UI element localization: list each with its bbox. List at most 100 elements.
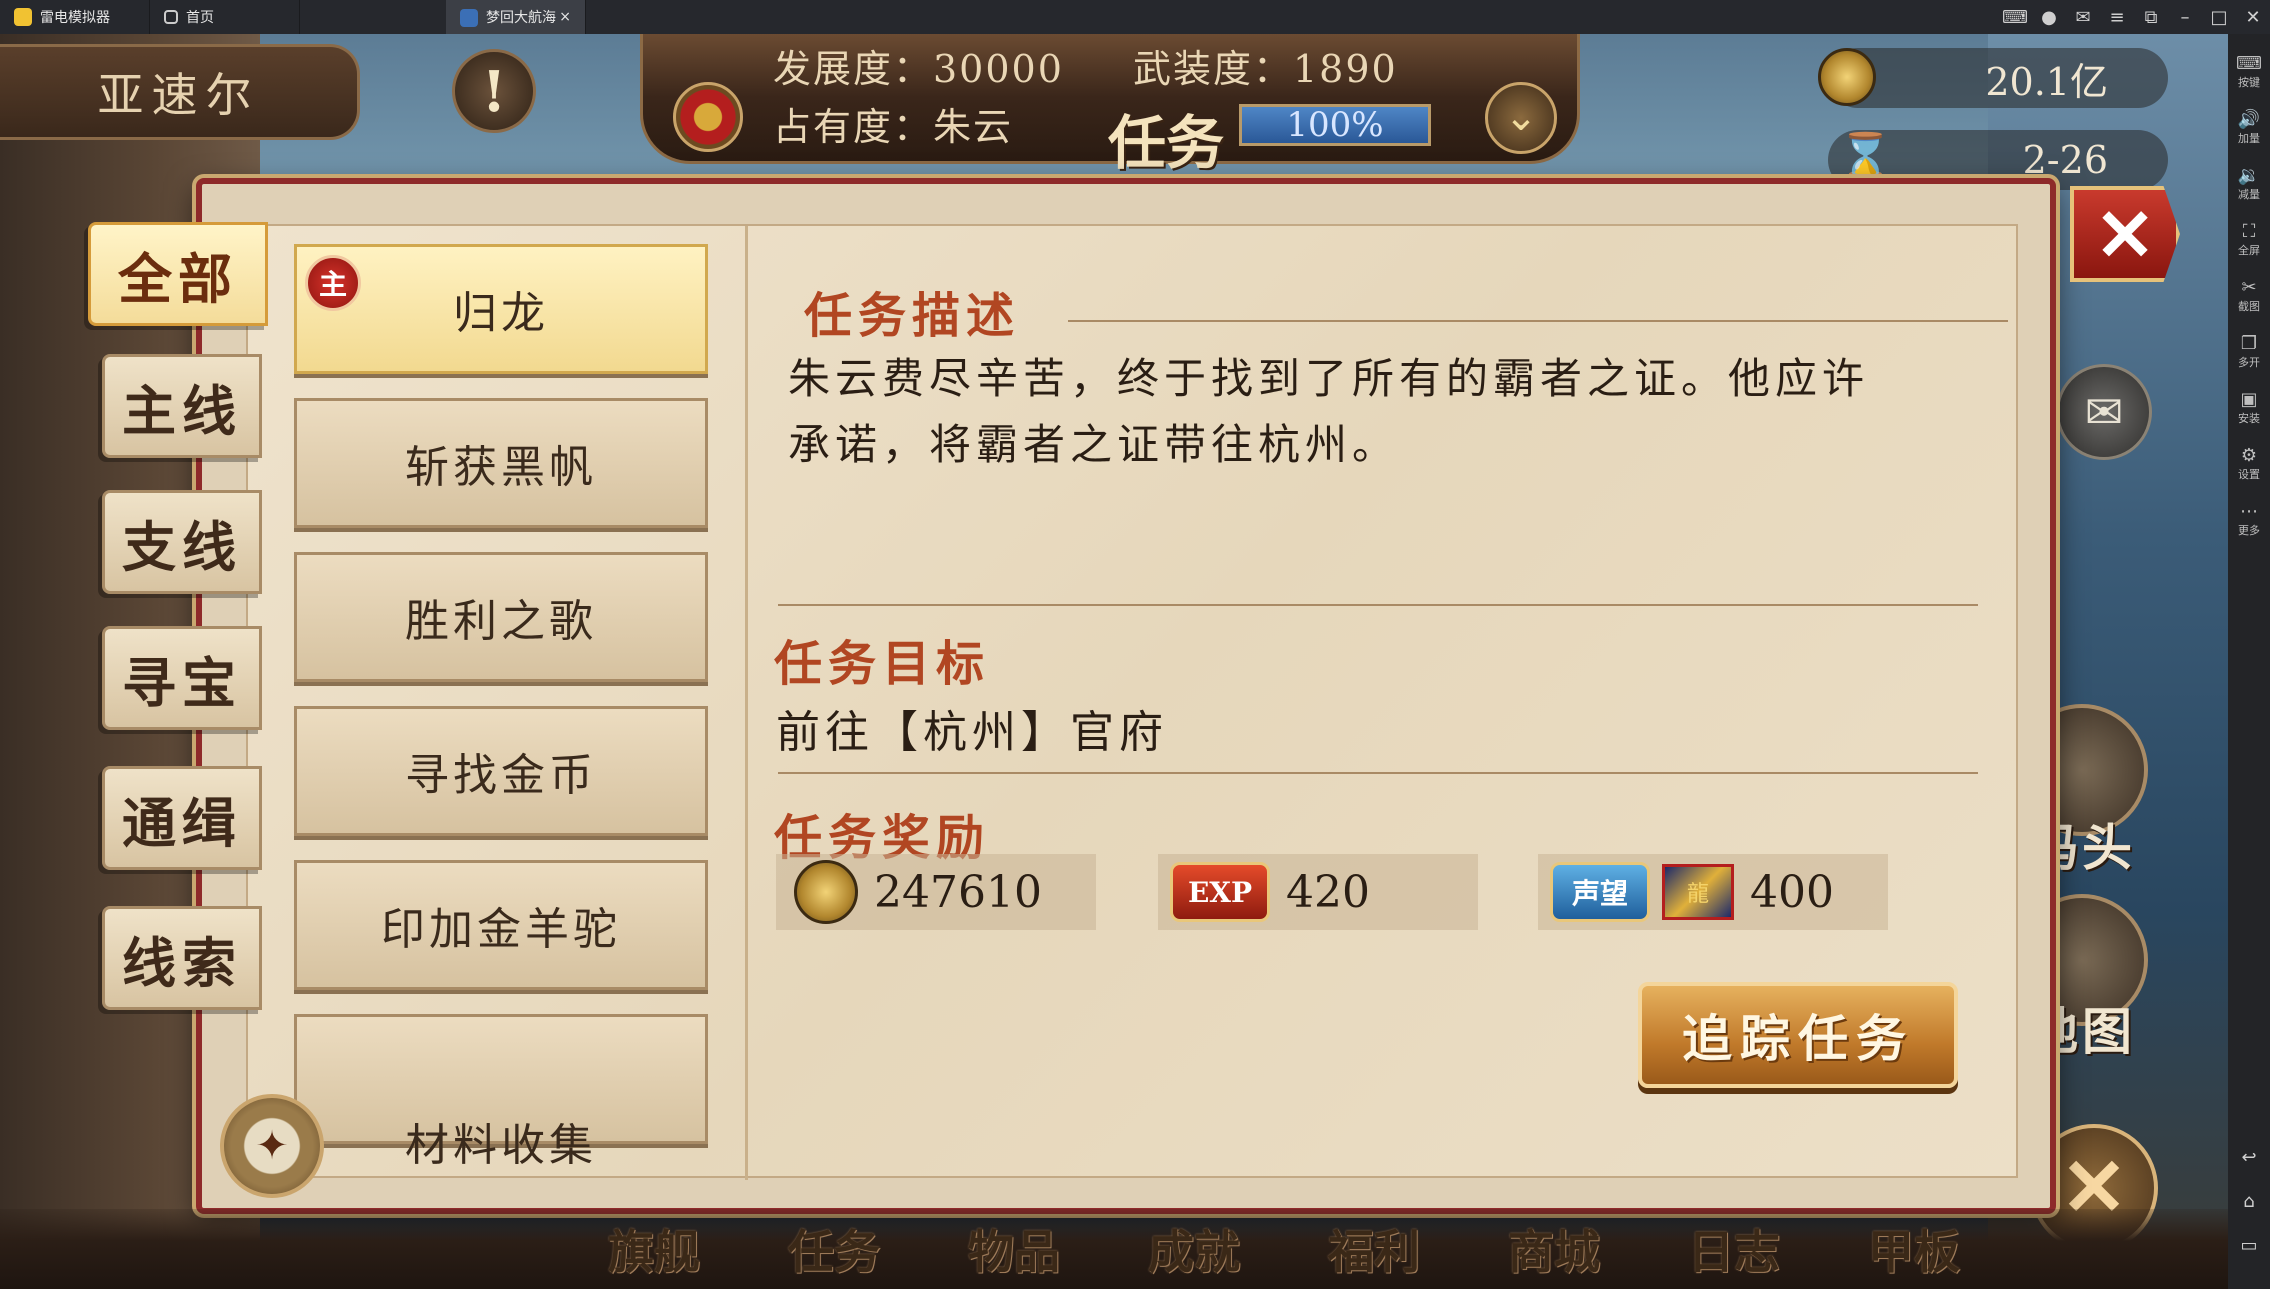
tab-close-icon[interactable]: × xyxy=(559,9,571,25)
quest-item[interactable]: 主 归龙 xyxy=(294,244,708,374)
reputation-icon: 声望 xyxy=(1550,862,1650,922)
quest-item[interactable]: 胜利之歌 xyxy=(294,552,708,682)
gold-value: 20.1亿 xyxy=(1985,59,2108,104)
description-heading: 任务描述 xyxy=(804,288,1021,344)
sidebar-label: 更多 xyxy=(2238,524,2260,537)
nav-shop[interactable]: 商城 xyxy=(1508,1216,1688,1282)
compass-icon[interactable]: ✦ xyxy=(220,1094,324,1198)
panel-close-button[interactable]: ✕ xyxy=(2070,186,2180,282)
quest-label: 寻找金币 xyxy=(405,750,597,801)
sidebar-item-keys[interactable]: ⌨ 按键 xyxy=(2228,44,2270,100)
sidebar-item-volume-up[interactable]: 🔊 加量 xyxy=(2228,100,2270,156)
sidebar-item-multi[interactable]: ❐ 多开 xyxy=(2228,324,2270,380)
sidebar-item-settings[interactable]: ⚙ 设置 xyxy=(2228,436,2270,492)
hourglass-icon: ⌛ xyxy=(1838,131,1893,182)
nav-achievements[interactable]: 成就 xyxy=(1148,1216,1328,1282)
quest-item[interactable]: 斩获黑帆 xyxy=(294,398,708,528)
game-viewport: 亚速尔 ! 发展度：30000 武装度：1890 占有度：朱云 任务 100% … xyxy=(0,34,2228,1289)
sidebar-item-more[interactable]: ⋯ 更多 xyxy=(2228,492,2270,548)
mail-icon[interactable]: ✉ xyxy=(2056,364,2152,460)
close-icon[interactable]: ✕ xyxy=(2236,0,2270,34)
quest-item[interactable]: 印加金羊驼 xyxy=(294,860,708,990)
volume-up-icon: 🔊 xyxy=(2237,109,2261,130)
sidebar-label: 减量 xyxy=(2238,188,2260,201)
city-name-plate: 亚速尔 xyxy=(0,44,360,140)
sidebar-item-volume-down[interactable]: 🔉 减量 xyxy=(2228,156,2270,212)
nav-tasks[interactable]: 任务 xyxy=(788,1216,968,1282)
quest-label: 归龙 xyxy=(453,288,549,339)
tab-game[interactable]: 梦回大航海 × xyxy=(446,0,586,34)
nav-deck[interactable]: 甲板 xyxy=(1868,1216,2048,1282)
sidebar-label: 全屏 xyxy=(2238,244,2260,257)
keyboard-icon: ⌨ xyxy=(2236,53,2262,74)
gamepad-icon[interactable]: ⌨ xyxy=(1998,0,2032,34)
tab-all[interactable]: 全部 xyxy=(88,222,268,326)
quest-label: 胜利之歌 xyxy=(405,596,597,647)
quest-list: 主 归龙 斩获黑帆 胜利之歌 寻找金币 印加金羊驼 材料收集 xyxy=(248,226,748,1180)
maximize-icon[interactable]: □ xyxy=(2202,0,2236,34)
task-panel: ✕ 全部 主线 支线 寻宝 通缉 线索 主 归龙 斩获黑帆 胜利之歌 寻找金币 … xyxy=(88,178,2180,1214)
sidebar-item-install[interactable]: ▣ 安装 xyxy=(2228,380,2270,436)
quest-item[interactable]: 寻找金币 xyxy=(294,706,708,836)
scissors-icon: ✂ xyxy=(2241,277,2257,298)
tab-home-label: 首页 xyxy=(186,10,214,26)
sidebar-item-screenshot[interactable]: ✂ 截图 xyxy=(2228,268,2270,324)
quest-label: 斩获黑帆 xyxy=(405,442,597,493)
emulator-titlebar: 雷电模拟器 首页 梦回大航海 × ⌨ ● ✉ ≡ ⧉ – □ ✕ xyxy=(0,0,2270,34)
armament-stat: 武装度：1890 xyxy=(1133,47,1398,91)
back-icon[interactable]: ↩ xyxy=(2241,1147,2256,1191)
quest-item[interactable]: 材料收集 xyxy=(294,1014,708,1171)
multi-open-icon: ❐ xyxy=(2240,333,2258,354)
divider xyxy=(778,604,1978,606)
nav-flagship[interactable]: 旗舰 xyxy=(608,1216,788,1282)
tab-clues[interactable]: 线索 xyxy=(102,906,262,1010)
tab-game-label: 梦回大航海 xyxy=(486,10,556,26)
tab-wanted[interactable]: 通缉 xyxy=(102,766,262,870)
pin-icon[interactable]: ⧉ xyxy=(2134,0,2168,34)
game-icon xyxy=(460,9,478,27)
main-quest-badge: 主 xyxy=(305,255,361,311)
tab-side[interactable]: 支线 xyxy=(102,490,262,594)
tab-main[interactable]: 主线 xyxy=(102,354,262,458)
nav-welfare[interactable]: 福利 xyxy=(1328,1216,1508,1282)
fullscreen-icon: ⛶ xyxy=(2242,221,2256,242)
divider xyxy=(778,772,1978,774)
recents-icon[interactable]: ▭ xyxy=(2240,1235,2257,1279)
nav-items[interactable]: 物品 xyxy=(968,1216,1148,1282)
minimize-icon[interactable]: – xyxy=(2168,0,2202,34)
nav-log[interactable]: 日志 xyxy=(1688,1216,1868,1282)
mail-icon[interactable]: ✉ xyxy=(2066,0,2100,34)
reward-gold-value: 247610 xyxy=(874,866,1042,918)
task-panel-inner: 全部 主线 支线 寻宝 通缉 线索 主 归龙 斩获黑帆 胜利之歌 寻找金币 印加… xyxy=(88,222,2018,1180)
gold-coin-icon xyxy=(1818,48,1876,106)
sidebar-label: 截图 xyxy=(2238,300,2260,313)
chevron-down-icon[interactable]: ⌄ xyxy=(1485,82,1557,154)
goal-heading: 任务目标 xyxy=(774,636,991,692)
volume-down-icon: 🔉 xyxy=(2237,165,2261,186)
home-icon xyxy=(164,10,178,24)
task-progress-bar: 100% xyxy=(1239,104,1431,146)
tab-home[interactable]: 首页 xyxy=(150,0,300,34)
goal-text: 前往【杭州】官府 xyxy=(776,707,1168,758)
window-controls: ⌨ ● ✉ ≡ ⧉ – □ ✕ xyxy=(1998,0,2270,34)
track-quest-button[interactable]: 追踪任务 xyxy=(1638,982,1958,1088)
gold-display: 20.1亿 xyxy=(1818,48,2168,108)
more-icon: ⋯ xyxy=(2240,501,2258,522)
sidebar-label: 设置 xyxy=(2238,468,2260,481)
reward-gold: 247610 xyxy=(776,854,1096,930)
alert-icon[interactable]: ! xyxy=(452,49,536,133)
gear-icon: ⚙ xyxy=(2240,445,2258,466)
menu-icon[interactable]: ≡ xyxy=(2100,0,2134,34)
exp-icon: EXP xyxy=(1170,862,1270,922)
description-text: 朱云费尽辛苦，终于找到了所有的霸者之证。他应许承诺，将霸者之证带往杭州。 xyxy=(788,354,1870,469)
user-icon[interactable]: ● xyxy=(2032,0,2066,34)
city-crest-icon xyxy=(673,82,743,152)
reward-reputation: 声望 龍 400 xyxy=(1538,854,1888,930)
tab-treasure[interactable]: 寻宝 xyxy=(102,626,262,730)
dragon-flag-icon: 龍 xyxy=(1662,864,1734,920)
home-nav-icon[interactable]: ⌂ xyxy=(2243,1191,2254,1235)
reward-exp: EXP 420 xyxy=(1158,854,1478,930)
city-status-bar: 发展度：30000 武装度：1890 占有度：朱云 任务 100% ⌄ xyxy=(640,34,1580,177)
quest-label: 印加金羊驼 xyxy=(381,904,621,955)
sidebar-item-fullscreen[interactable]: ⛶ 全屏 xyxy=(2228,212,2270,268)
